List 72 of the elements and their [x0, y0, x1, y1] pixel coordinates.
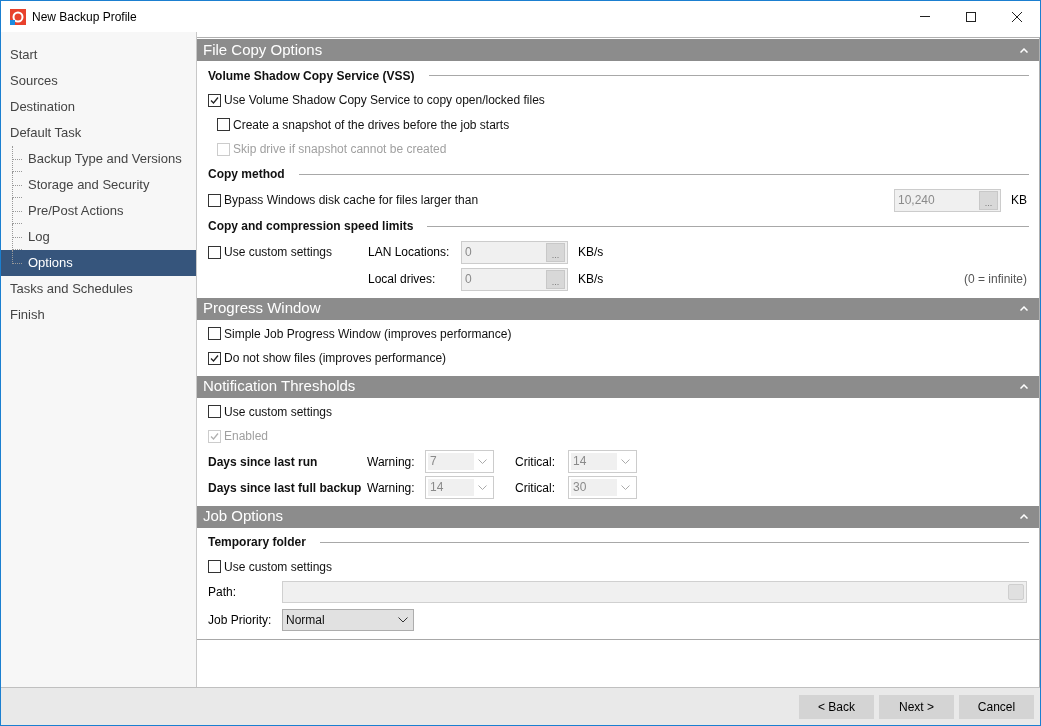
app-logo-icon — [10, 8, 26, 25]
sidebar-item[interactable]: Backup Type and Versions — [1, 146, 196, 172]
chevron-up-icon — [1020, 514, 1028, 519]
chevron-down-icon — [478, 459, 487, 464]
group-heading: Copy and compression speed limits — [208, 218, 414, 235]
field-label: Local drives: — [368, 271, 437, 288]
sidebar-item[interactable]: Start — [1, 42, 196, 68]
checkbox-label: Simple Job Progress Window (improves performance) — [224, 325, 512, 343]
unit-label: KB/s — [578, 244, 604, 261]
chevron-down-icon — [398, 616, 408, 623]
dropdown-value: 14 — [428, 479, 474, 496]
window-title: New Backup Profile — [32, 8, 137, 26]
checkbox-label: Skip drive if snapshot cannot be created — [233, 141, 447, 159]
sidebar-item[interactable]: Finish — [1, 302, 196, 328]
wizard-button[interactable]: Cancel — [959, 694, 1034, 719]
checkbox-label: Enabled — [224, 428, 269, 446]
sidebar-item[interactable]: Default Task — [1, 120, 196, 146]
unit-label: KB — [1011, 192, 1027, 209]
field-label: Warning: — [367, 453, 416, 471]
hint-text: (0 = infinite) — [963, 271, 1027, 288]
checkbox[interactable] — [217, 118, 230, 132]
field-label: Path: — [208, 584, 238, 601]
field-label: Job Priority: — [208, 611, 273, 629]
sidebar-item[interactable]: Destination — [1, 94, 196, 120]
checkbox[interactable] — [208, 405, 221, 419]
dropdown-value: 30 — [571, 479, 617, 496]
checkbox[interactable] — [208, 327, 221, 341]
sidebar-item[interactable]: Storage and Security — [1, 172, 196, 198]
checkbox-label: Do not show files (improves performance) — [224, 350, 447, 368]
sidebar-item[interactable]: Tasks and Schedules — [1, 276, 196, 302]
checkbox-label: Create a snapshot of the drives before the job starts — [233, 116, 510, 134]
checkbox-label: Use custom settings — [224, 403, 333, 421]
checkbox[interactable] — [208, 560, 221, 574]
field-label: LAN Locations: — [368, 244, 451, 261]
chevron-up-icon — [1020, 384, 1028, 389]
group-heading: Copy method — [208, 166, 285, 183]
maximize-icon — [966, 11, 976, 22]
field-value: 0 — [465, 244, 473, 261]
dropdown-value: 14 — [571, 453, 617, 470]
priority-dropdown[interactable]: Normal — [282, 608, 414, 631]
checkbox-label: Use custom settings — [224, 558, 333, 576]
wizard-button[interactable]: Next > — [879, 694, 954, 719]
checkbox[interactable] — [208, 193, 221, 207]
checkbox[interactable] — [208, 351, 221, 365]
dropdown-value: 7 — [428, 453, 474, 470]
group-heading: Volume Shadow Copy Service (VSS) — [208, 67, 415, 85]
chevron-down-icon — [621, 459, 630, 464]
minimize-icon — [920, 16, 930, 17]
checkbox-label: Use Volume Shadow Copy Service to copy open/locked files — [224, 92, 545, 110]
chevron-up-icon — [1020, 47, 1028, 53]
field-value: 10,240 — [898, 192, 936, 209]
wizard-button[interactable]: < Back — [799, 694, 874, 719]
field-label: Critical: — [515, 479, 556, 497]
field-label: Warning: — [367, 479, 416, 497]
sidebar-item[interactable]: Options — [1, 250, 196, 276]
group-heading: Temporary folder — [208, 534, 306, 551]
dropdown-value: Normal — [286, 611, 326, 629]
checkbox-label: Use custom settings — [224, 244, 333, 261]
unit-label: KB/s — [578, 271, 604, 288]
threshold-label: Days since last run — [208, 453, 319, 471]
chevron-down-icon — [621, 485, 630, 490]
threshold-label: Days since last full backup — [208, 479, 363, 497]
close-icon — [1012, 11, 1022, 22]
checkbox[interactable] — [208, 245, 221, 259]
chevron-up-icon — [1020, 306, 1028, 311]
sidebar-item[interactable]: Sources — [1, 68, 196, 94]
field-label: Critical: — [515, 453, 556, 471]
chevron-down-icon — [478, 485, 487, 490]
checkbox-label: Bypass Windows disk cache for files larger than — [224, 192, 479, 209]
checkbox[interactable] — [208, 93, 221, 107]
field-value: 0 — [465, 271, 473, 288]
sidebar-item[interactable]: Pre/Post Actions — [1, 198, 196, 224]
